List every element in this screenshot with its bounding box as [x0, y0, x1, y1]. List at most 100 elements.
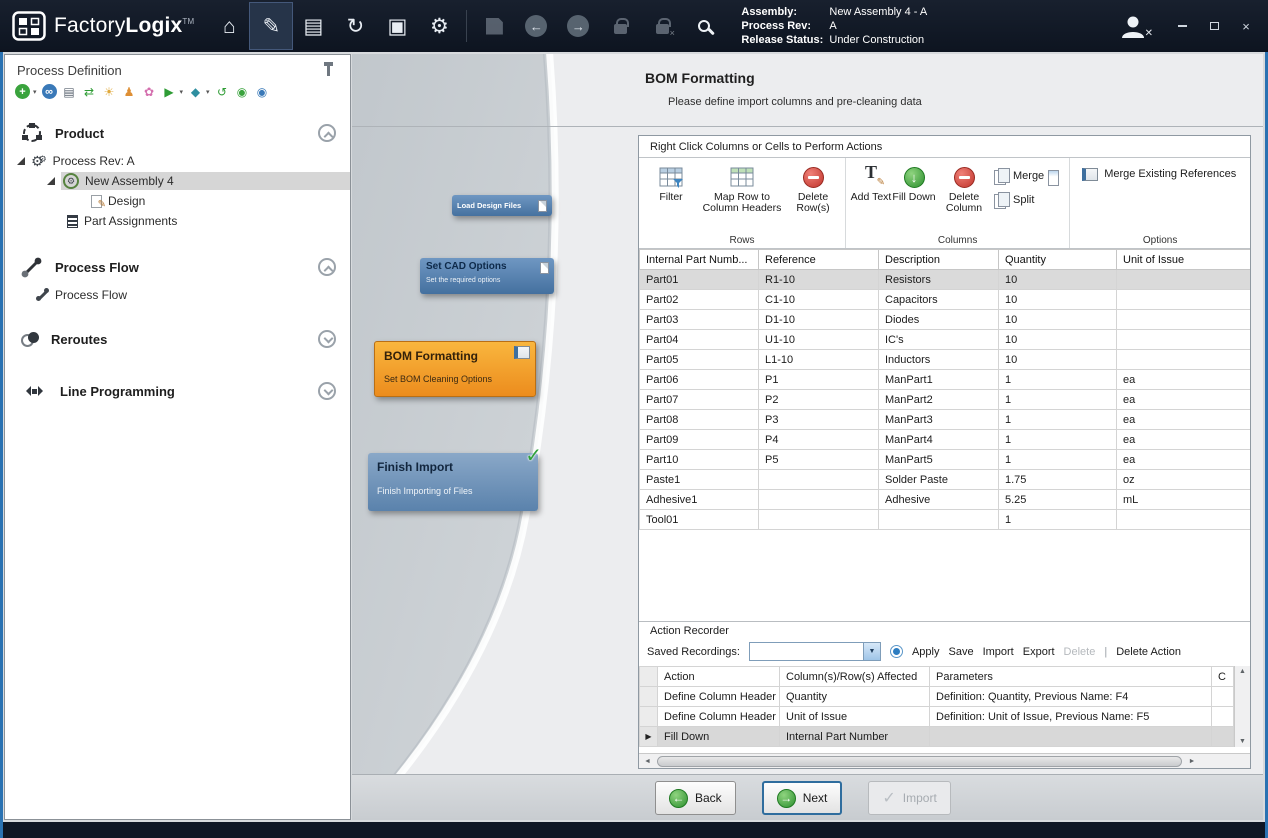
grid-cell[interactable]: 10 — [999, 330, 1117, 350]
grid-cell[interactable]: ManPart1 — [879, 370, 999, 390]
grid-cell[interactable]: Adhesive1 — [640, 490, 759, 510]
vertical-scrollbar[interactable]: ▲ ▼ — [1234, 666, 1250, 747]
scroll-right-icon[interactable]: ► — [1183, 758, 1200, 765]
grid-cell[interactable]: Definition: Quantity, Previous Name: F4 — [930, 687, 1212, 707]
table-row[interactable]: Define Column HeaderUnit of IssueDefinit… — [640, 707, 1234, 727]
sidebar-section-process-flow[interactable]: Process Flow — [5, 249, 350, 285]
grid-cell[interactable]: 1 — [999, 390, 1117, 410]
grid-cell[interactable]: Diodes — [879, 310, 999, 330]
map-row-to-column-headers-button[interactable]: Map Row to Column Headers — [699, 164, 785, 232]
table-row[interactable]: Part01R1-10Resistors10 — [640, 270, 1251, 290]
grid-cell[interactable]: 10 — [999, 290, 1117, 310]
column-header[interactable]: C — [1212, 667, 1234, 687]
grid-cell[interactable]: U1-10 — [759, 330, 879, 350]
flower-icon[interactable]: ✿ — [142, 84, 157, 99]
grid-cell[interactable] — [1117, 350, 1251, 370]
sidebar-section-reroutes[interactable]: Reroutes — [5, 321, 350, 357]
grid-cell[interactable]: ea — [1117, 370, 1251, 390]
tree-item-new-assembly[interactable]: New Assembly 4 — [5, 171, 350, 191]
grid-cell[interactable]: Definition: Unit of Issue, Previous Name… — [930, 707, 1212, 727]
export-icon[interactable]: ▶ — [162, 84, 177, 99]
grid-cell[interactable]: Capacitors — [879, 290, 999, 310]
grid-cell[interactable] — [1117, 290, 1251, 310]
delete-column-button[interactable]: Delete Column — [936, 164, 992, 232]
grid-cell[interactable] — [1117, 510, 1251, 530]
delete-recording-button[interactable]: Delete — [1064, 646, 1096, 658]
unlock-button[interactable] — [641, 3, 683, 49]
grid-cell[interactable]: L1-10 — [759, 350, 879, 370]
search-button[interactable] — [683, 3, 725, 49]
save-recording-button[interactable]: Save — [948, 646, 973, 658]
grid-cell[interactable]: ea — [1117, 410, 1251, 430]
print-icon[interactable]: ▤ — [62, 84, 77, 99]
grid-cell[interactable] — [1212, 727, 1234, 747]
logoff-user-button[interactable]: ✕ — [1120, 14, 1146, 38]
grid-cell[interactable] — [1117, 330, 1251, 350]
column-document-icon[interactable] — [1048, 170, 1059, 186]
scroll-down-icon[interactable]: ▼ — [1239, 738, 1246, 745]
table-row[interactable]: Part08P3ManPart31ea — [640, 410, 1251, 430]
grid-cell[interactable]: 1 — [999, 410, 1117, 430]
chevron-down-icon[interactable]: ▼ — [863, 643, 880, 660]
grid-cell[interactable]: Define Column Header — [658, 707, 780, 727]
table-row[interactable]: Part10P5ManPart51ea — [640, 450, 1251, 470]
collapse-up-icon[interactable] — [318, 258, 336, 276]
column-header[interactable]: Reference — [759, 250, 879, 270]
back-nav-button[interactable]: ← — [515, 3, 557, 49]
scroll-up-icon[interactable]: ▲ — [1239, 668, 1246, 675]
expander-icon[interactable] — [17, 157, 25, 165]
tree-item-part-assignments[interactable]: Part Assignments — [5, 211, 350, 231]
grid-cell[interactable]: Resistors — [879, 270, 999, 290]
grid-cell[interactable]: Fill Down — [658, 727, 780, 747]
fill-down-button[interactable]: ↓ Fill Down — [892, 164, 936, 232]
grid-cell[interactable] — [1117, 310, 1251, 330]
dropdown-arrow-icon[interactable]: ▾ — [206, 88, 210, 96]
grid-cell[interactable]: P3 — [759, 410, 879, 430]
tree-item-process-rev[interactable]: Process Rev: A — [5, 151, 350, 171]
grid-cell[interactable]: P1 — [759, 370, 879, 390]
grid-cell[interactable]: mL — [1117, 490, 1251, 510]
grid-cell[interactable]: D1-10 — [759, 310, 879, 330]
collapse-up-icon[interactable] — [318, 124, 336, 142]
forward-nav-button[interactable]: → — [557, 3, 599, 49]
grid-cell[interactable]: Paste1 — [640, 470, 759, 490]
grid-cell[interactable]: Part01 — [640, 270, 759, 290]
grid-cell[interactable] — [879, 510, 999, 530]
grid-cell[interactable]: Internal Part Number — [780, 727, 930, 747]
pause-icon[interactable]: ◉ — [255, 84, 270, 99]
table-row[interactable]: Part04U1-10IC's10 — [640, 330, 1251, 350]
documents-button[interactable]: ▣ — [376, 3, 418, 49]
grid-cell[interactable]: 10 — [999, 310, 1117, 330]
filter-button[interactable]: Filter — [643, 164, 699, 232]
export-recording-button[interactable]: Export — [1023, 646, 1055, 658]
undo-icon[interactable]: ↺ — [215, 84, 230, 99]
grid-cell[interactable] — [1212, 707, 1234, 727]
delete-action-button[interactable]: Delete Action — [1116, 646, 1181, 658]
grid-cell[interactable]: C1-10 — [759, 290, 879, 310]
next-button[interactable]: → Next — [762, 781, 843, 815]
import-button[interactable]: ✓ Import — [868, 781, 950, 815]
delete-rows-button[interactable]: Delete Row(s) — [785, 164, 841, 232]
table-row[interactable]: Part07P2ManPart21ea — [640, 390, 1251, 410]
link-icon[interactable]: ∞ — [42, 84, 57, 99]
saved-recordings-combobox[interactable]: ▼ — [749, 642, 881, 661]
grid-cell[interactable]: ea — [1117, 390, 1251, 410]
column-header[interactable]: Action — [658, 667, 780, 687]
grid-cell[interactable]: Part10 — [640, 450, 759, 470]
sidebar-section-line-programming[interactable]: Line Programming — [5, 373, 350, 409]
table-row[interactable]: Adhesive1Adhesive5.25mL — [640, 490, 1251, 510]
workflow-node-load-design-files[interactable]: Load Design Files — [452, 195, 552, 216]
grid-cell[interactable]: Adhesive — [879, 490, 999, 510]
grid-cell[interactable]: 1.75 — [999, 470, 1117, 490]
save-button[interactable] — [473, 3, 515, 49]
expand-down-icon[interactable] — [318, 330, 336, 348]
grid-cell[interactable] — [930, 727, 1212, 747]
expand-down-icon[interactable] — [318, 382, 336, 400]
apply-radio[interactable] — [890, 645, 903, 658]
grid-cell[interactable]: P4 — [759, 430, 879, 450]
grid-cell[interactable] — [759, 510, 879, 530]
maximize-button[interactable] — [1206, 18, 1222, 34]
grid-cell[interactable]: Part03 — [640, 310, 759, 330]
grid-cell[interactable]: P5 — [759, 450, 879, 470]
grid-cell[interactable]: Part02 — [640, 290, 759, 310]
